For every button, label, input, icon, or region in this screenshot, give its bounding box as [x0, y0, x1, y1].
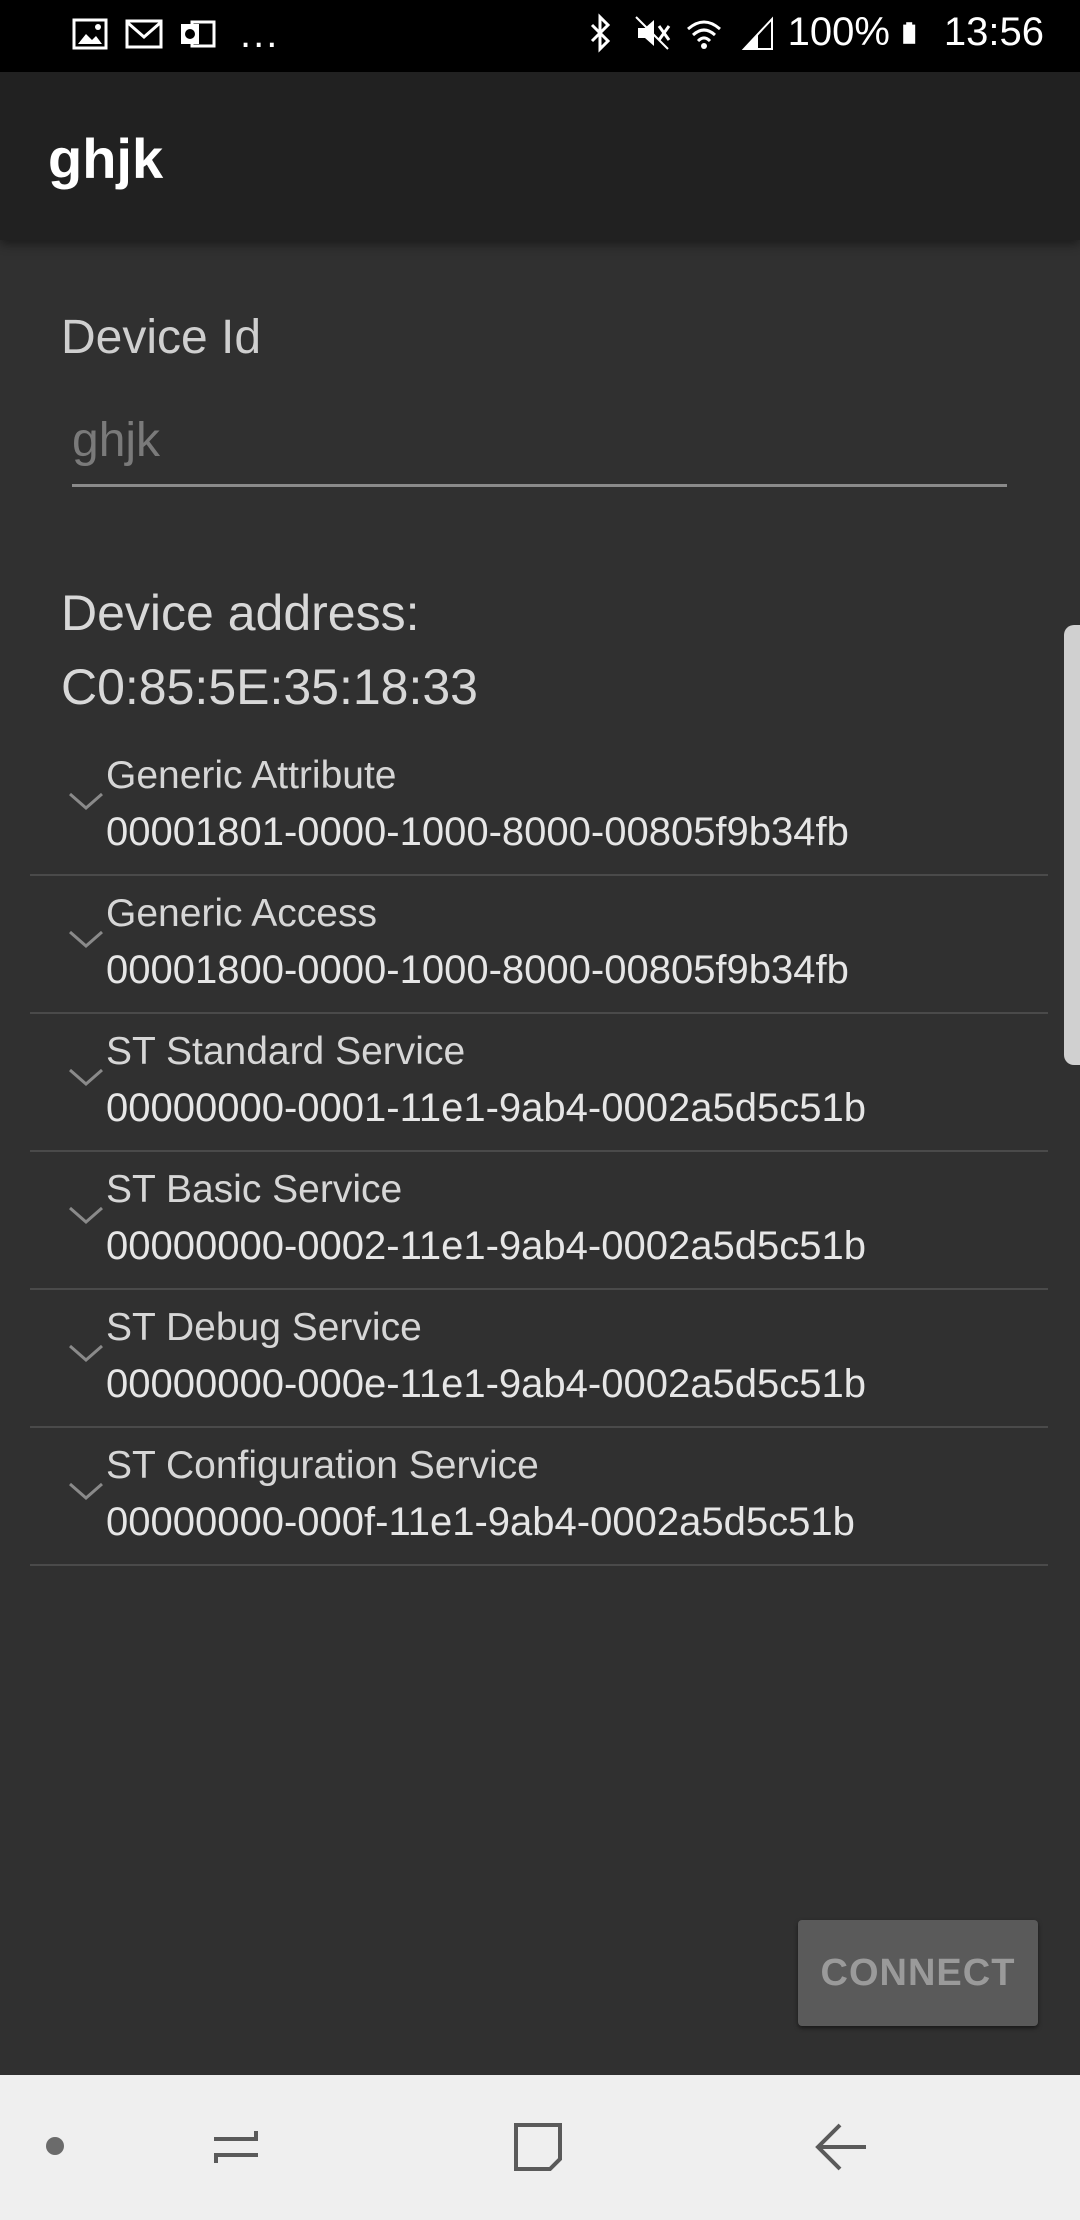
content-area: Device Id Device address: C0:85:5E:35:18…: [0, 240, 1080, 2075]
outlook-icon: [181, 20, 216, 48]
service-name: ST Debug Service: [106, 1306, 422, 1349]
device-address-label: Device address:: [61, 585, 420, 641]
service-item[interactable]: ST Basic Service 00000000-0002-11e1-9ab4…: [30, 1152, 1048, 1290]
chevron-down-icon: [69, 930, 103, 948]
app-title: ghjk: [48, 127, 164, 190]
service-name: ST Standard Service: [106, 1030, 466, 1073]
device-id-input[interactable]: [72, 400, 1007, 487]
service-uuid: 00001801-0000-1000-8000-00805f9b34fb: [106, 810, 849, 854]
device-address-value: C0:85:5E:35:18:33: [61, 659, 478, 715]
chevron-down-icon: [69, 1068, 103, 1086]
notification-overflow: ...: [240, 12, 280, 56]
service-uuid: 00000000-000e-11e1-9ab4-0002a5d5c51b: [106, 1362, 866, 1406]
scrollbar-handle[interactable]: [1064, 625, 1080, 1065]
service-name: Generic Attribute: [106, 754, 397, 797]
clock: 13:56: [943, 10, 1044, 54]
nav-dot-indicator[interactable]: [46, 2137, 64, 2155]
gmail-icon: [125, 19, 163, 49]
chevron-down-icon: [69, 1206, 103, 1224]
service-list: Generic Attribute 00001801-0000-1000-800…: [30, 738, 1048, 1566]
notification-icons: ...: [70, 14, 279, 54]
service-uuid: 00001800-0000-1000-8000-00805f9b34fb: [106, 948, 849, 992]
service-name: Generic Access: [106, 892, 377, 935]
service-item[interactable]: Generic Access 00001800-0000-1000-8000-0…: [30, 876, 1048, 1014]
device-id-label: Device Id: [61, 311, 262, 364]
service-uuid: 00000000-0001-11e1-9ab4-0002a5d5c51b: [106, 1086, 866, 1130]
service-uuid: 00000000-0002-11e1-9ab4-0002a5d5c51b: [106, 1224, 866, 1268]
signal-icon: [741, 15, 773, 50]
recent-apps-icon[interactable]: [204, 2115, 268, 2179]
chevron-down-icon: [69, 1344, 103, 1362]
service-name: ST Basic Service: [106, 1168, 403, 1211]
system-icons: 100% 13:56: [580, 10, 1044, 55]
service-item[interactable]: ST Standard Service 00000000-0001-11e1-9…: [30, 1014, 1048, 1152]
service-item[interactable]: ST Debug Service 00000000-000e-11e1-9ab4…: [30, 1290, 1048, 1428]
chevron-down-icon: [69, 1482, 103, 1500]
chevron-down-icon: [69, 792, 103, 810]
wifi-icon: [686, 20, 721, 49]
image-icon: [72, 18, 108, 50]
battery-icon: [903, 21, 916, 44]
bluetooth-icon: [590, 12, 610, 53]
home-icon[interactable]: [506, 2115, 570, 2179]
battery-percent: 100%: [787, 10, 890, 54]
service-item[interactable]: ST Configuration Service 00000000-000f-1…: [30, 1428, 1048, 1566]
mute-icon: [634, 15, 670, 50]
connect-button[interactable]: CONNECT: [798, 1920, 1038, 2026]
service-name: ST Configuration Service: [106, 1444, 539, 1487]
service-uuid: 00000000-000f-11e1-9ab4-0002a5d5c51b: [106, 1500, 855, 1544]
back-icon[interactable]: [810, 2115, 874, 2179]
app-bar: ghjk: [0, 72, 1080, 240]
device-address: Device address: C0:85:5E:35:18:33: [61, 576, 478, 724]
status-bar: ... 100% 13:56: [0, 0, 1080, 72]
navigation-bar: [0, 2075, 1080, 2220]
service-item[interactable]: Generic Attribute 00001801-0000-1000-800…: [30, 738, 1048, 876]
